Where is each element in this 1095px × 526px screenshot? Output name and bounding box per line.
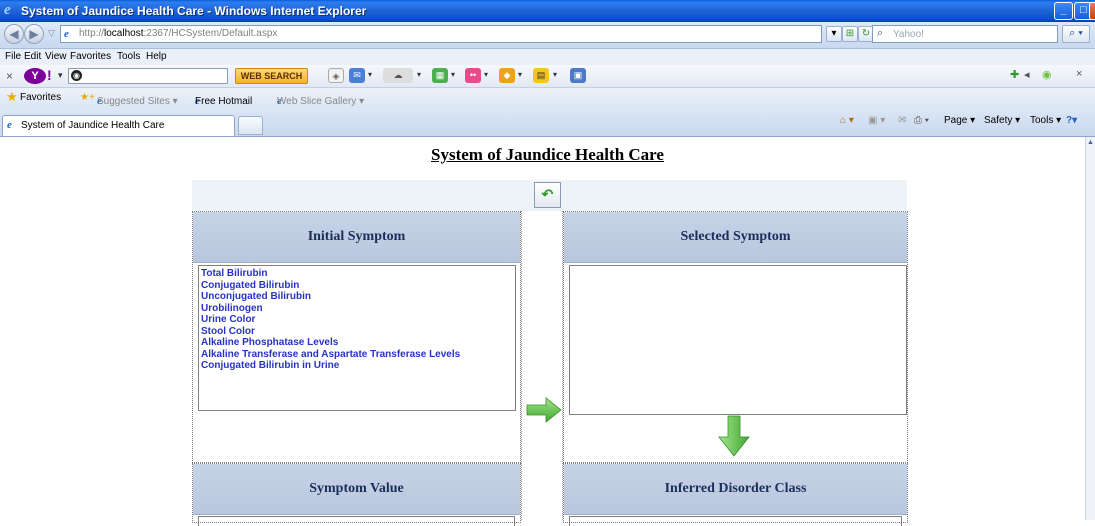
help-icon[interactable]: ?▾ (1066, 115, 1077, 126)
yahoo-menu-dropdown-icon[interactable]: ▾ (58, 70, 63, 81)
list-item[interactable]: Urine Color (201, 314, 515, 326)
messenger-dropdown-icon[interactable]: ▾ (417, 70, 421, 79)
favorites-star-icon[interactable]: ★ (6, 89, 18, 105)
inferred-disorder-box[interactable] (569, 516, 902, 526)
window-title: System of Jaundice Health Care - Windows… (21, 4, 367, 18)
yahoo-search-input[interactable]: ◉ (68, 68, 228, 84)
panel-heading: Selected Symptom (564, 212, 907, 263)
mail-dropdown-icon[interactable]: ▾ (368, 70, 372, 79)
add-symptom-arrow-icon[interactable] (526, 396, 562, 424)
print-icon[interactable]: ⎙ ▾ (914, 115, 929, 126)
ie-logo-icon: e (4, 2, 11, 18)
menu-file[interactable]: File (5, 51, 21, 62)
tab-row: e System of Jaundice Health Care ⌂ ▾ ▣ ▾… (0, 108, 1095, 137)
list-item[interactable]: Total Bilirubin (201, 268, 515, 280)
read-mail-icon[interactable]: ✉ (898, 115, 906, 126)
news-dropdown-icon[interactable]: ▾ (553, 70, 557, 79)
page-icon: e (64, 28, 69, 40)
games-icon[interactable]: ◆ (499, 68, 515, 83)
list-item[interactable]: Urobilinogen (201, 303, 515, 315)
url-text: http://localhost:2367/HCSystem/Default.a… (79, 28, 278, 39)
list-item[interactable]: Conjugated Bilirubin in Urine (201, 360, 515, 372)
panel-heading: Inferred Disorder Class (564, 464, 907, 515)
feeds-icon[interactable]: ▣ ▾ (868, 115, 885, 126)
favorites-bar: ★ Favorites ★+ e Suggested Sites ▾ e Fre… (0, 88, 1095, 108)
list-item[interactable]: Alkaline Transferase and Aspartate Trans… (201, 349, 515, 361)
action-toolbar: ↶ (192, 180, 907, 211)
toolbar-scroll-left-icon[interactable]: ◂ (1024, 68, 1030, 81)
window-titlebar: e System of Jaundice Health Care - Windo… (0, 0, 1095, 22)
compat-view-icon[interactable]: ⊞ (842, 26, 858, 42)
add-favorite-icon[interactable]: ★+ (80, 92, 95, 103)
vertical-scrollbar[interactable]: ▲ (1085, 137, 1095, 520)
flickr-dropdown-icon[interactable]: ▾ (484, 70, 488, 79)
search-placeholder: Yahoo! (893, 29, 924, 40)
address-toolbar: ◀ ▶ ▽ e http://localhost:2367/HCSystem/D… (0, 22, 1095, 49)
panel-heading: Initial Symptom (193, 212, 520, 263)
address-input[interactable]: e http://localhost:2367/HCSystem/Default… (60, 25, 822, 43)
list-item[interactable]: Alkaline Phosphatase Levels (201, 337, 515, 349)
infer-arrow-icon[interactable] (718, 415, 750, 457)
close-toolbar-icon[interactable]: × (6, 69, 13, 83)
mail-icon[interactable]: ✉ (349, 68, 365, 83)
toolbar-close-icon[interactable]: × (1076, 68, 1082, 80)
calendar-dropdown-icon[interactable]: ▾ (451, 70, 455, 79)
add-tool-icon[interactable]: ✚ (1010, 68, 1019, 81)
menu-bar: File Edit View Favorites Tools Help (0, 49, 1095, 65)
search-input[interactable]: ⌕ Yahoo! (872, 25, 1058, 43)
forward-button[interactable]: ▶ (24, 24, 44, 44)
panel-heading: Symptom Value (193, 464, 520, 515)
inferred-disorder-panel: Inferred Disorder Class (563, 463, 908, 526)
center-gutter (521, 211, 563, 520)
scroll-up-icon[interactable]: ▲ (1087, 139, 1094, 146)
reset-button[interactable]: ↶ (534, 182, 561, 208)
search-go-button[interactable]: ⌕ ▾ (1062, 25, 1090, 43)
messenger-icon[interactable]: ☁ (383, 68, 413, 83)
history-dropdown-icon[interactable]: ▽ (48, 28, 55, 39)
apps-icon[interactable]: ▣ (570, 68, 586, 83)
menu-help[interactable]: Help (146, 51, 167, 62)
yahoo-search-icon: ◉ (71, 70, 82, 81)
news-icon[interactable]: ▤ (533, 68, 549, 83)
close-window-button[interactable]: ✕ (1089, 2, 1095, 20)
flickr-icon[interactable]: •• (465, 68, 481, 83)
antispy-icon[interactable]: ◉ (1042, 68, 1052, 81)
selected-symptom-listbox[interactable] (569, 265, 907, 415)
page-menu[interactable]: Page ▾ (944, 115, 975, 126)
new-tab-button[interactable] (238, 116, 263, 135)
search-icon: ⌕ (877, 27, 884, 39)
address-dropdown-icon[interactable]: ▾ (826, 26, 842, 42)
safety-menu[interactable]: Safety ▾ (984, 115, 1020, 126)
favorites-button[interactable]: Favorites (20, 92, 61, 103)
symptom-value-panel: Symptom Value (192, 463, 521, 526)
home-icon[interactable]: ⌂ ▾ (840, 115, 854, 126)
initial-symptom-listbox[interactable]: Total Bilirubin Conjugated Bilirubin Unc… (198, 265, 516, 411)
tools-menu[interactable]: Tools ▾ (1030, 115, 1061, 126)
tab-label: System of Jaundice Health Care (21, 120, 165, 131)
back-button[interactable]: ◀ (4, 24, 24, 44)
list-item[interactable]: Unconjugated Bilirubin (201, 291, 515, 303)
yahoo-logo[interactable]: Y (24, 68, 46, 84)
menu-view[interactable]: View (45, 51, 67, 62)
yahoo-toolbar: × Y ! ▾ ◉ WEB SEARCH ◈ ✉ ▾ ☁ ▾ ▦ ▾ •• ▾ … (0, 65, 1095, 88)
symptom-value-box[interactable] (198, 516, 515, 526)
menu-favorites[interactable]: Favorites (70, 51, 111, 62)
list-item[interactable]: Conjugated Bilirubin (201, 280, 515, 292)
initial-symptom-panel: Initial Symptom Total Bilirubin Conjugat… (192, 211, 521, 463)
tab-page-icon: e (7, 119, 12, 131)
page-content: System of Jaundice Health Care ↶ Initial… (0, 137, 1085, 526)
menu-edit[interactable]: Edit (24, 51, 41, 62)
toolbar-tool-icon[interactable]: ◈ (328, 68, 344, 83)
minimize-button[interactable]: _ (1054, 2, 1073, 20)
menu-tools[interactable]: Tools (117, 51, 140, 62)
web-search-button[interactable]: WEB SEARCH (235, 68, 308, 84)
page-title: System of Jaundice Health Care (431, 145, 664, 164)
tab-active[interactable]: e System of Jaundice Health Care (2, 115, 235, 136)
yahoo-logo-excl: ! (47, 67, 52, 83)
games-dropdown-icon[interactable]: ▾ (518, 70, 522, 79)
list-item[interactable]: Stool Color (201, 326, 515, 338)
calendar-icon[interactable]: ▦ (432, 68, 448, 83)
